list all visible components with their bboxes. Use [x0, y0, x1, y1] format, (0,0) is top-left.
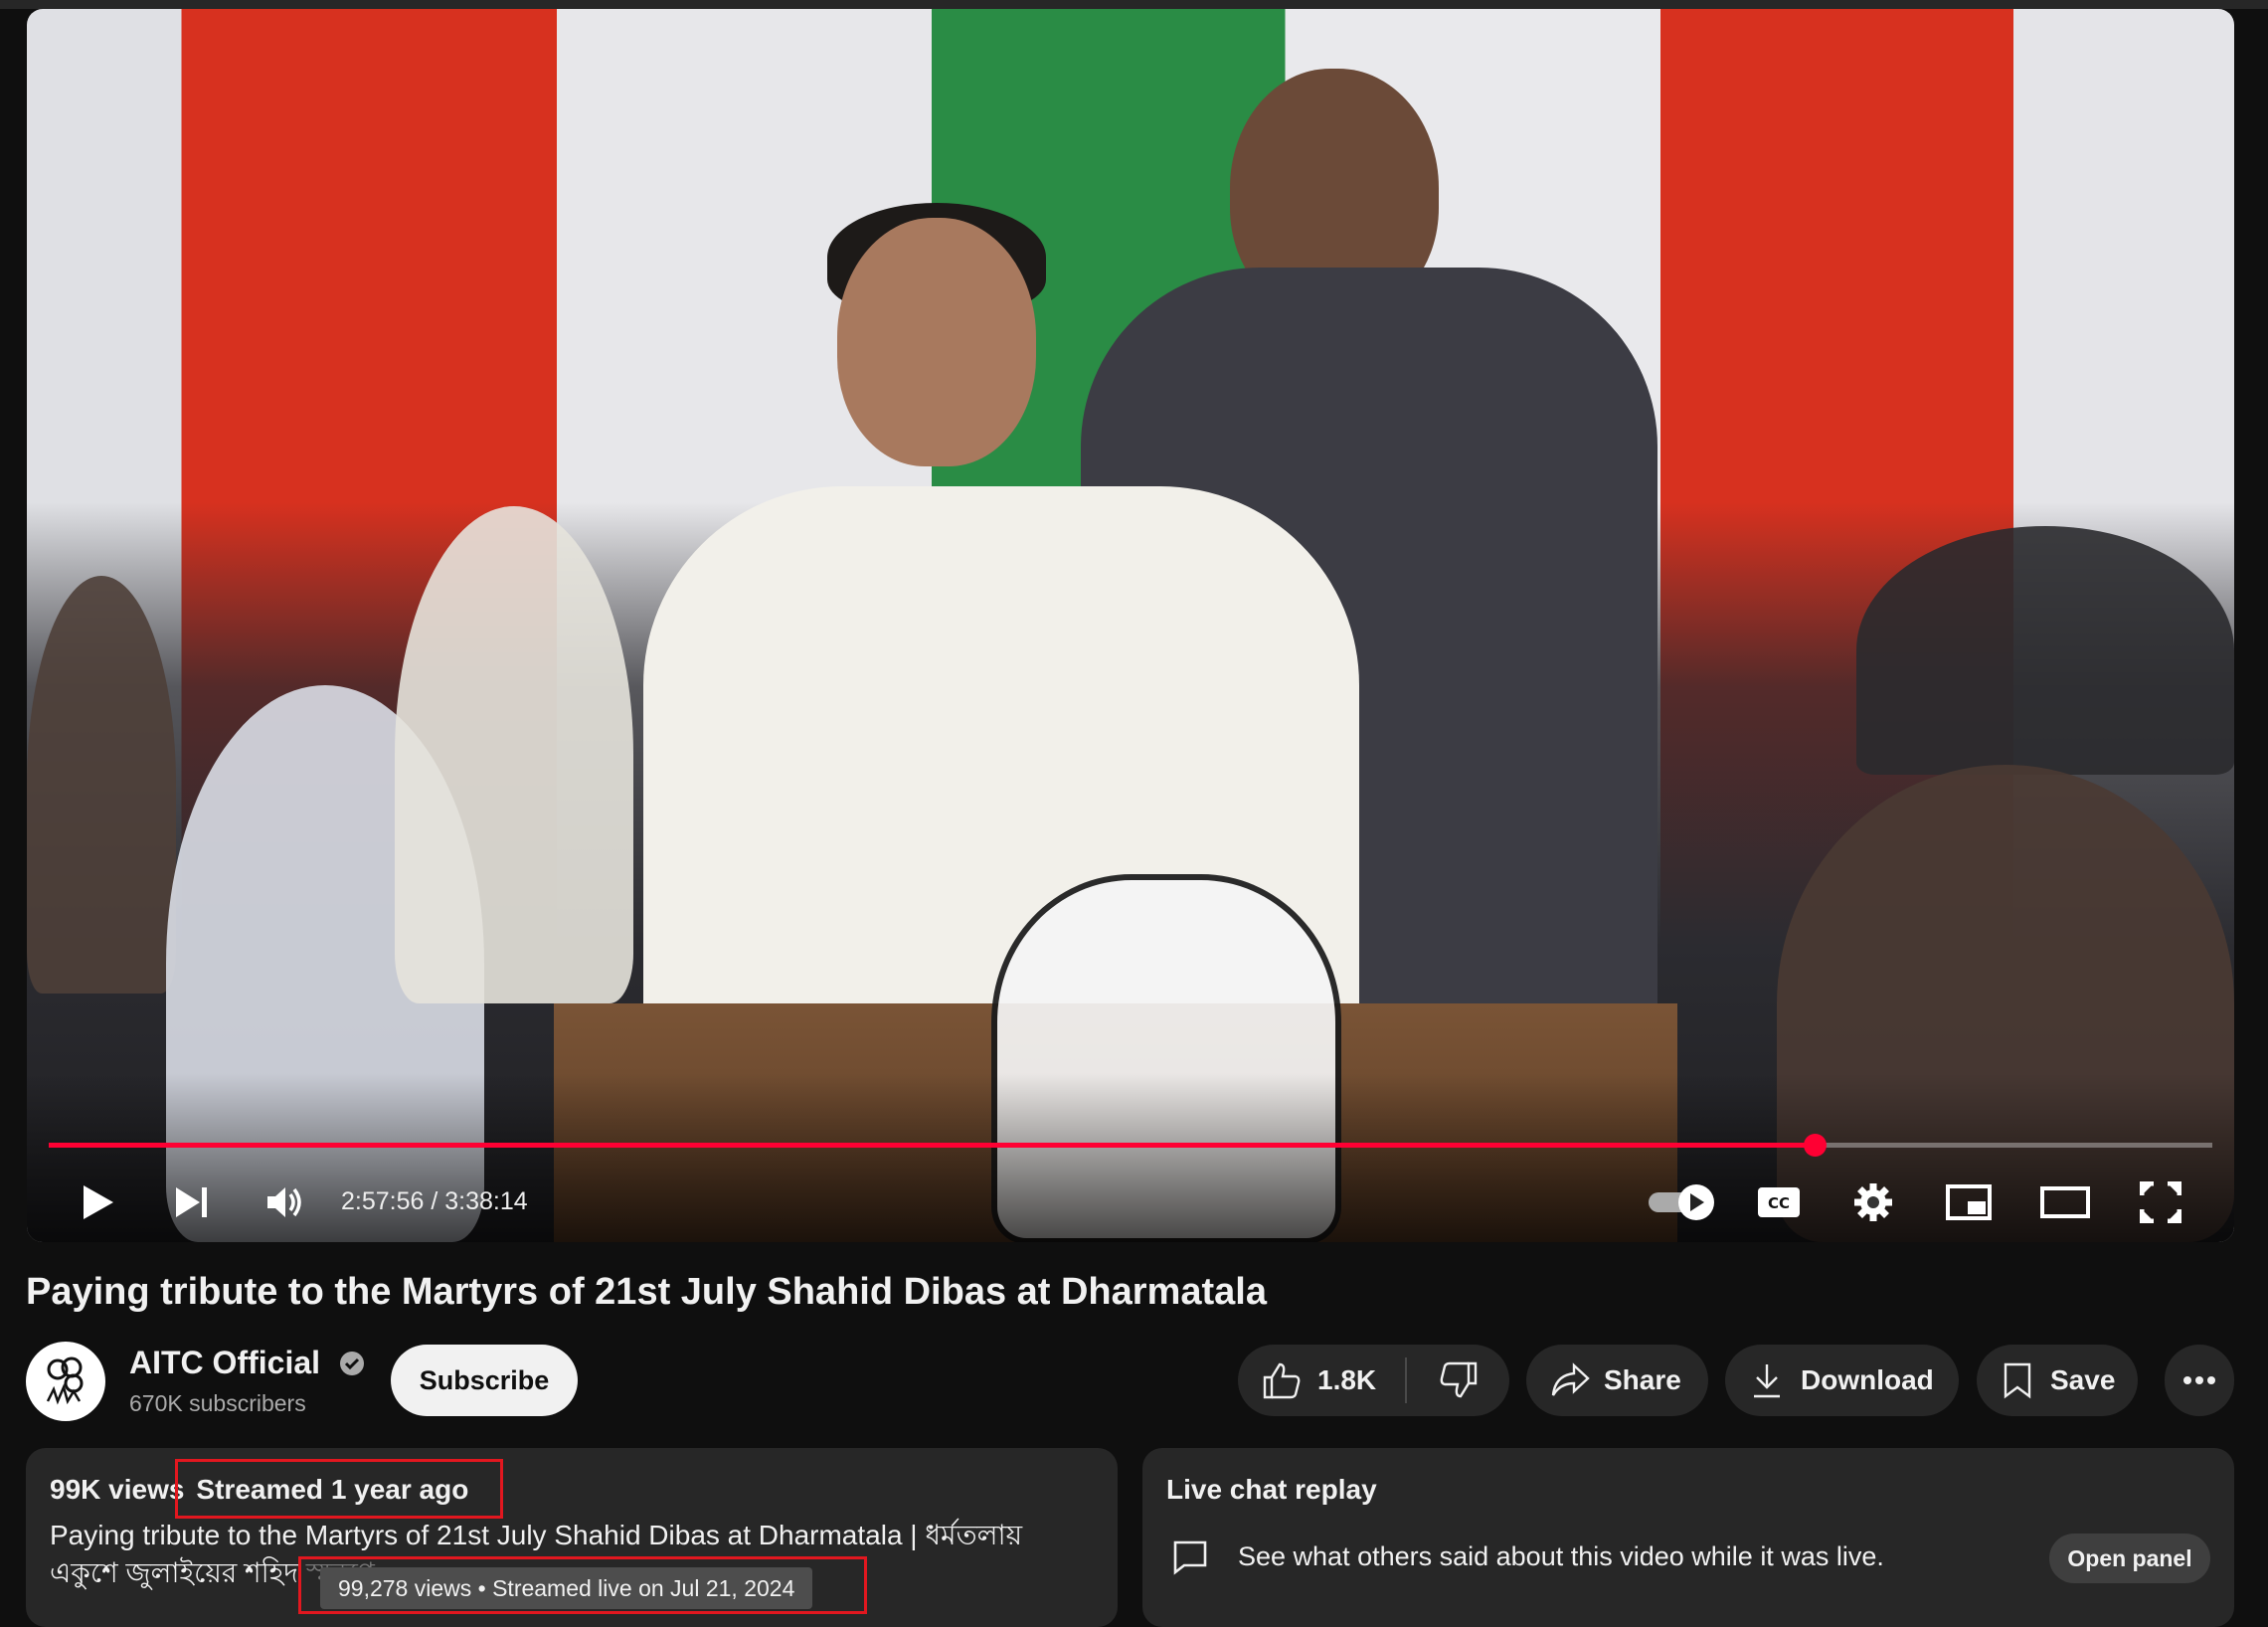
- download-icon: [1751, 1361, 1783, 1399]
- like-dislike-group: 1.8K: [1238, 1345, 1509, 1416]
- description-line-2-text: একুশে জুলাইয়ের শহিদ: [50, 1557, 299, 1588]
- live-chat-description: See what others said about this video wh…: [1238, 1541, 1884, 1571]
- autoplay-toggle-icon: [1647, 1182, 1718, 1227]
- share-arrow-icon: [1550, 1362, 1590, 1398]
- channel-name-text[interactable]: AITC Official: [129, 1345, 320, 1380]
- live-chat-heading: Live chat replay: [1166, 1474, 1377, 1505]
- highlight-box-streamed: [175, 1459, 503, 1519]
- time-display: 2:57:56 / 3:38:14: [341, 1187, 528, 1215]
- chat-icon: [1172, 1539, 1208, 1580]
- channel-logo-icon: [46, 1356, 84, 1405]
- settings-button[interactable]: [1841, 1173, 1905, 1236]
- theater-mode-button[interactable]: [2033, 1173, 2097, 1236]
- fullscreen-button[interactable]: [2129, 1173, 2192, 1236]
- thumbs-up-icon: [1262, 1361, 1302, 1399]
- dislike-button[interactable]: [1407, 1345, 1509, 1416]
- theater-mode-icon: [2040, 1185, 2090, 1223]
- fullscreen-icon: [2139, 1180, 2182, 1228]
- thumbs-down-icon: [1439, 1361, 1479, 1399]
- share-label: Share: [1604, 1364, 1681, 1395]
- progress-scrubber[interactable]: [1803, 1134, 1827, 1157]
- progress-bar[interactable]: [49, 1134, 2212, 1157]
- share-button[interactable]: Share: [1526, 1345, 1708, 1416]
- progress-played: [49, 1143, 1815, 1148]
- save-button[interactable]: Save: [1977, 1345, 2138, 1416]
- channel-avatar[interactable]: [26, 1342, 105, 1421]
- download-label: Download: [1801, 1364, 1934, 1395]
- video-player[interactable]: 2:57:56 / 3:38:14 CC: [27, 9, 2234, 1242]
- save-label: Save: [2050, 1364, 2116, 1395]
- svg-text:CC: CC: [1768, 1194, 1790, 1212]
- open-panel-button[interactable]: Open panel: [2049, 1534, 2210, 1583]
- play-icon: [82, 1183, 115, 1226]
- live-chat-replay-box: Live chat replay See what others said ab…: [1142, 1448, 2234, 1627]
- highlight-box-tooltip: [298, 1556, 867, 1614]
- autoplay-toggle[interactable]: [1643, 1173, 1722, 1236]
- play-button[interactable]: [67, 1173, 130, 1236]
- bookmark-icon: [2003, 1361, 2032, 1399]
- more-dots-icon: [2182, 1375, 2216, 1385]
- top-bar: [0, 0, 2268, 9]
- miniplayer-icon: [1946, 1183, 1992, 1225]
- volume-button[interactable]: [254, 1173, 317, 1236]
- video-frame-person: [27, 576, 176, 994]
- next-icon: [174, 1185, 210, 1224]
- subscriber-count: 670K subscribers: [129, 1390, 306, 1416]
- video-frame-person: [395, 506, 633, 1003]
- cc-icon: CC: [1757, 1186, 1801, 1223]
- download-button[interactable]: Download: [1725, 1345, 1959, 1416]
- video-frame-umbrella: [1856, 526, 2234, 775]
- channel-name[interactable]: AITC Official: [129, 1345, 365, 1381]
- more-actions-button[interactable]: [2165, 1345, 2234, 1416]
- video-title: Paying tribute to the Martyrs of 21st Ju…: [26, 1271, 1267, 1313]
- miniplayer-button[interactable]: [1937, 1173, 2001, 1236]
- verified-icon: [339, 1348, 365, 1375]
- volume-icon: [265, 1184, 305, 1225]
- settings-gear-icon: [1852, 1181, 1894, 1228]
- subtitles-button[interactable]: CC: [1747, 1173, 1811, 1236]
- video-frame-speaker-head: [837, 218, 1036, 466]
- like-count: 1.8K: [1317, 1364, 1377, 1395]
- subscribe-button[interactable]: Subscribe: [391, 1345, 578, 1416]
- like-button[interactable]: 1.8K: [1238, 1345, 1405, 1416]
- view-count: 99K views: [50, 1474, 185, 1505]
- next-button[interactable]: [160, 1173, 224, 1236]
